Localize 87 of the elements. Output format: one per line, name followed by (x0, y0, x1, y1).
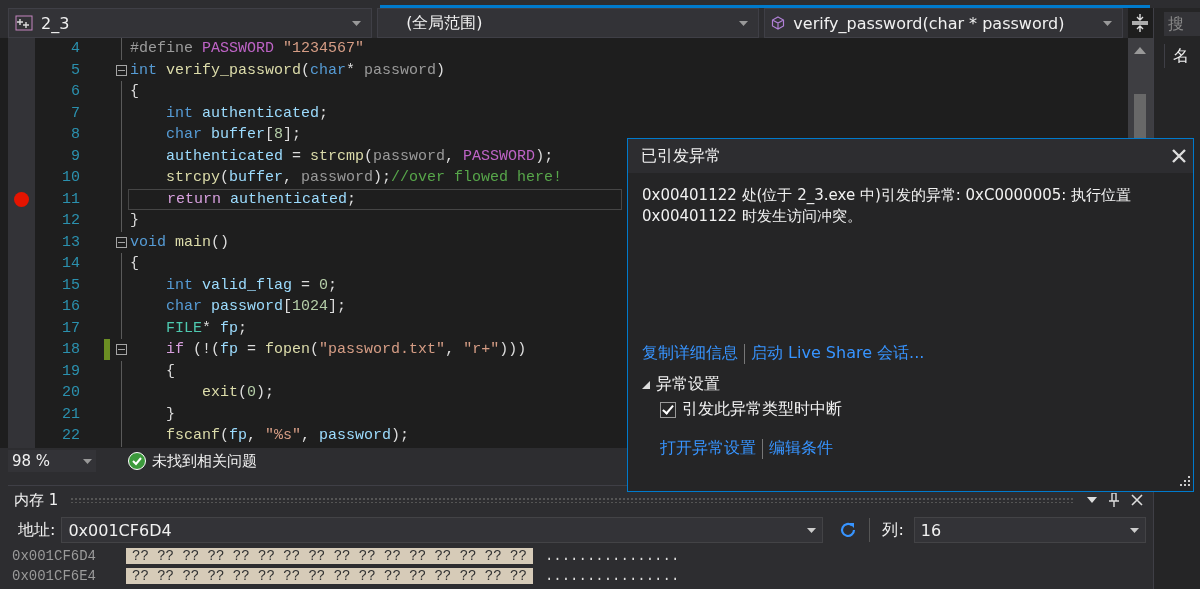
caret-icon (1102, 20, 1112, 26)
code-line: { (129, 82, 139, 103)
scroll-thumb[interactable] (1134, 94, 1147, 139)
code-line: strcpy(buffer, password);//over flowed here! (165, 168, 563, 189)
memory-bytes: ?? ?? ?? ?? ?? ?? ?? ?? ?? ?? ?? ?? ?? ?? ?? ?? (126, 548, 533, 564)
line-number: 4 (70, 40, 80, 58)
line-number: 22 (61, 427, 80, 445)
caret-icon (352, 20, 362, 26)
code-line: exit(0); (201, 383, 275, 404)
scroll-up-icon[interactable] (1134, 46, 1147, 54)
code-line: #define PASSWORD "1234567" (129, 39, 365, 60)
columns-dropdown[interactable]: 16 (913, 517, 1146, 543)
column-header: 名 (1173, 45, 1189, 67)
code-line: FILE* fp; (165, 318, 248, 339)
refresh-icon[interactable] (839, 521, 858, 539)
code-line: int valid_flag = 0; (165, 275, 338, 296)
panel-title: 内存 1 (14, 490, 59, 510)
caret-icon (739, 20, 749, 26)
line-number: 10 (61, 169, 80, 187)
member-dropdown[interactable]: verify_password(char * password) (764, 8, 1123, 38)
breakpoint-icon[interactable] (14, 191, 29, 207)
link[interactable]: 启动 Live Share 会话... (751, 343, 925, 364)
popup-title: 已引发异常 (641, 145, 721, 167)
issues-status: 未找到相关问题 (152, 451, 257, 471)
line-number: 9 (70, 147, 80, 165)
zoom-dropdown[interactable]: 98 % (8, 450, 96, 472)
caret-icon (83, 458, 92, 464)
expand-triangle-icon[interactable] (642, 380, 650, 389)
address-label: 地址: (18, 519, 56, 541)
code-line: char password[1024]; (165, 297, 347, 318)
code-line: { (129, 254, 139, 275)
code-line: int verify_password(char* password) (129, 60, 446, 81)
collapse-icon[interactable] (115, 344, 127, 356)
section-heading: 异常设置 (656, 374, 720, 395)
memory-text: ................ (544, 568, 680, 584)
collapse-icon[interactable] (115, 64, 127, 76)
memory-address: 0x001CF6D4 (11, 548, 97, 564)
memory-bytes: ?? ?? ?? ?? ?? ?? ?? ?? ?? ?? ?? ?? ?? ?? ?? ?? (126, 568, 533, 584)
pin-icon[interactable] (1109, 493, 1119, 507)
memory-address: 0x001CF6E4 (11, 568, 97, 584)
code-line: } (129, 211, 139, 232)
columns-label: 列: (882, 519, 904, 541)
code-line: } (165, 404, 175, 425)
line-number: 6 (70, 83, 80, 101)
code-line: { (165, 361, 175, 382)
split-button[interactable] (1127, 8, 1153, 38)
line-number: 20 (61, 384, 80, 402)
checkbox[interactable] (660, 401, 676, 418)
line-number: 16 (61, 298, 80, 316)
line-number: 7 (70, 104, 80, 122)
memory-text: ................ (544, 548, 680, 564)
code-line: authenticated = strcmp(password, PASSWORD); (165, 146, 554, 167)
project-icon (15, 15, 33, 31)
line-number: 12 (61, 212, 80, 230)
cube-icon (771, 16, 786, 30)
link[interactable]: 编辑条件 (769, 438, 833, 459)
collapse-icon[interactable] (115, 236, 127, 248)
caret-icon (1129, 527, 1139, 533)
scope-dropdown[interactable]: (全局范围) (377, 8, 760, 38)
caret-icon (807, 527, 817, 533)
checkbox-label: 引发此异常类型时中断 (682, 399, 842, 420)
line-number: 18 (61, 341, 80, 359)
exception-message: 0x00401122 处(位于 2_3.exe 中)引发的异常: 0xC0000005: 执行位置 0x00401122 时发生访问冲突。 (642, 185, 1133, 227)
line-number: 14 (61, 255, 80, 273)
close-icon[interactable] (1131, 494, 1143, 506)
close-icon[interactable] (1171, 148, 1187, 164)
link[interactable]: 复制详细信息 (642, 343, 738, 364)
code-line: fscanf(fp, "%s", password); (165, 426, 410, 447)
line-number: 21 (61, 405, 80, 423)
line-number: 17 (61, 319, 80, 337)
line-number: 13 (61, 233, 80, 251)
address-field[interactable]: 0x001CF6D4 (61, 517, 824, 543)
check-circle-icon (128, 452, 146, 470)
line-number: 11 (61, 190, 80, 208)
line-number: 19 (61, 362, 80, 380)
code-line: int authenticated; (165, 103, 329, 124)
line-number: 5 (70, 61, 80, 79)
code-line: char buffer[8]; (165, 125, 302, 146)
line-number: 8 (70, 126, 80, 144)
search-field[interactable]: 搜 (1164, 12, 1200, 36)
resize-grip-icon[interactable] (1178, 476, 1190, 488)
caret-icon[interactable] (1087, 497, 1097, 503)
link[interactable]: 打开异常设置 (660, 438, 756, 459)
line-number: 15 (61, 276, 80, 294)
code-line: if (!(fp = fopen("password.txt", "r+"))) (165, 340, 527, 361)
code-line: void main() (129, 232, 230, 253)
project-dropdown[interactable]: 2_3 (8, 8, 373, 38)
